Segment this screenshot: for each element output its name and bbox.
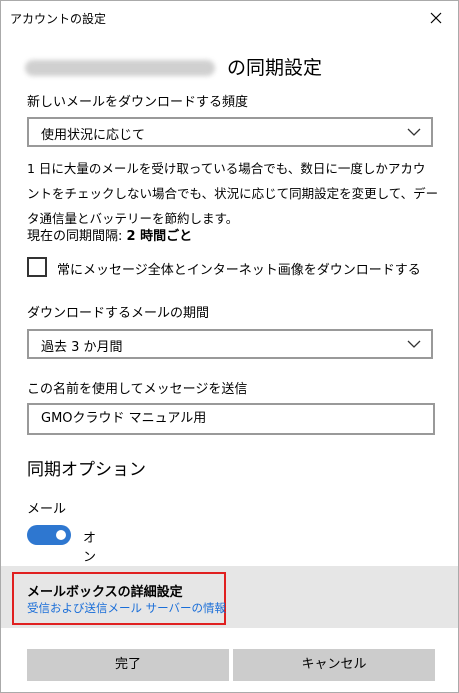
title-bar: アカウントの設定 bbox=[1, 1, 458, 35]
chevron-down-icon bbox=[407, 128, 421, 136]
interval-value: 2 時間ごと bbox=[126, 229, 193, 244]
download-period-select[interactable]: 過去 3 か月間 bbox=[27, 329, 433, 359]
chevron-down-icon bbox=[407, 340, 421, 348]
heading-suffix: の同期設定 bbox=[227, 57, 323, 79]
close-button[interactable] bbox=[414, 1, 458, 35]
sender-name-label: この名前を使用してメッセージを送信 bbox=[27, 382, 248, 397]
description-line: 1 日に大量のメールを受け取っている場合でも、数日に一度しかアカウ bbox=[27, 161, 426, 176]
toggle-state-label: オン bbox=[83, 531, 97, 565]
download-frequency-select[interactable]: 使用状況に応じて bbox=[27, 117, 433, 147]
account-settings-dialog: アカウントの設定 の同期設定 新しいメールをダウンロードする頻度 使用状況に応じ… bbox=[0, 0, 459, 693]
toggle-knob bbox=[56, 530, 66, 540]
sync-description: 1 日に大量のメールを受け取っている場合でも、数日に一度しかアカウ ントをチェッ… bbox=[27, 156, 439, 231]
download-frequency-label: 新しいメールをダウンロードする頻度 bbox=[27, 95, 249, 110]
sender-name-input[interactable]: GMOクラウド マニュアル用 bbox=[27, 403, 435, 435]
description-line: ントをチェックしない場合でも、状況に応じて同期設定を変更して、デー bbox=[27, 186, 439, 201]
full-download-label: 常にメッセージ全体とインターネット画像をダウンロードする bbox=[57, 263, 421, 278]
interval-label: 現在の同期間隔: bbox=[27, 229, 127, 244]
server-info-link[interactable]: 受信および送信メール サーバーの情報 bbox=[27, 600, 226, 616]
done-button[interactable]: 完了 bbox=[27, 649, 229, 681]
current-sync-interval: 現在の同期間隔: 2 時間ごと bbox=[27, 225, 192, 244]
download-period-value: 過去 3 か月間 bbox=[41, 340, 123, 355]
download-period-label: ダウンロードするメールの期間 bbox=[27, 306, 210, 321]
advanced-settings-title: メールボックスの詳細設定 bbox=[27, 585, 183, 600]
close-icon bbox=[430, 12, 442, 24]
mail-sync-toggle[interactable] bbox=[27, 525, 71, 545]
sync-options-title: 同期オプション bbox=[27, 460, 146, 480]
window-title: アカウントの設定 bbox=[10, 12, 107, 26]
mail-label: メール bbox=[27, 502, 67, 517]
blurred-account-name bbox=[25, 60, 215, 76]
cancel-button[interactable]: キャンセル bbox=[233, 649, 435, 681]
download-frequency-value: 使用状況に応じて bbox=[41, 128, 146, 143]
full-download-checkbox[interactable] bbox=[27, 257, 47, 277]
